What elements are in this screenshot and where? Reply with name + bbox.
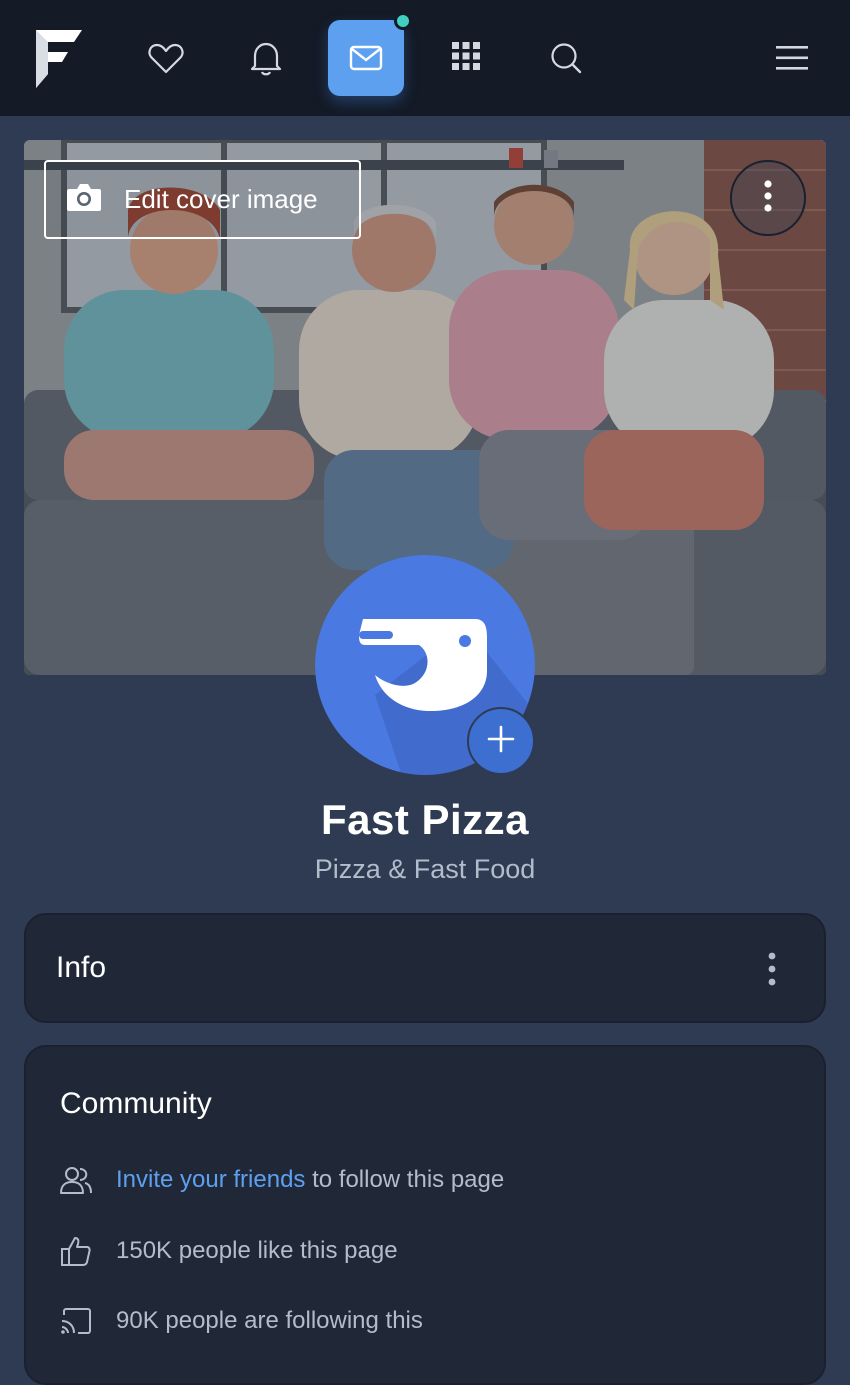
- heart-icon[interactable]: [144, 36, 188, 80]
- plus-icon: [487, 725, 515, 758]
- invite-suffix: to follow this page: [305, 1166, 505, 1193]
- brand-logo-icon[interactable]: [30, 26, 86, 90]
- info-card[interactable]: Info: [24, 913, 826, 1023]
- edit-cover-image-button[interactable]: Edit cover image: [44, 160, 361, 239]
- vertical-dots-icon: [763, 179, 773, 217]
- page-category: Pizza & Fast Food: [314, 854, 536, 884]
- likes-count-text: 150K people like this page: [116, 1237, 398, 1264]
- info-title: Info: [56, 951, 107, 984]
- community-title: Community: [60, 1087, 212, 1120]
- apps-grid-icon[interactable]: [444, 34, 488, 78]
- vertical-dots-icon[interactable]: [758, 951, 786, 987]
- community-card: Community Invite your friends to follow …: [24, 1045, 826, 1385]
- cover-more-options-button[interactable]: [730, 160, 806, 236]
- likes-row: 150K people like this page: [58, 1233, 398, 1269]
- invite-friends-link[interactable]: Invite your friends: [116, 1166, 305, 1193]
- bell-icon[interactable]: [244, 36, 288, 80]
- page-title: Fast Pizza: [320, 796, 530, 843]
- invite-friends-row: Invite your friends to follow this page: [58, 1162, 504, 1198]
- camera-icon: [66, 182, 102, 217]
- hamburger-menu-icon[interactable]: [770, 36, 814, 80]
- edit-cover-label: Edit cover image: [124, 184, 318, 214]
- mail-icon[interactable]: [328, 20, 404, 96]
- followers-count-text: 90K people are following this: [116, 1307, 423, 1334]
- rss-follow-icon: [58, 1303, 94, 1339]
- add-avatar-button[interactable]: [467, 707, 535, 775]
- search-icon[interactable]: [544, 36, 588, 80]
- followers-row: 90K people are following this: [58, 1303, 423, 1339]
- notification-dot: [394, 12, 412, 30]
- top-navigation-bar: [0, 0, 850, 116]
- thumbs-up-icon: [58, 1233, 94, 1269]
- users-icon: [58, 1162, 94, 1198]
